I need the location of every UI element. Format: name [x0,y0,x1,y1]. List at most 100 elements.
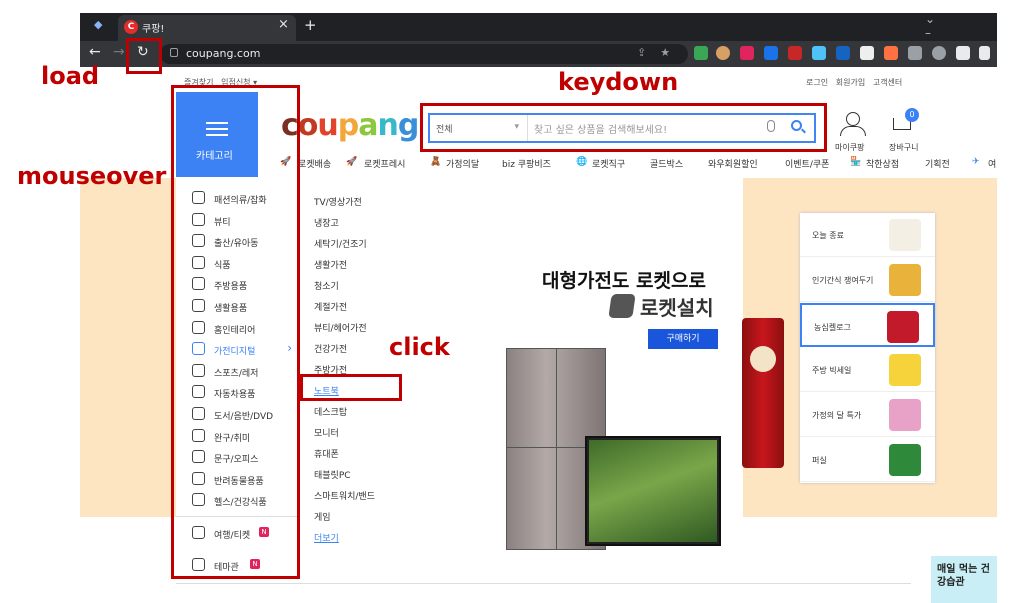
cart-label: 장바구니 [889,143,919,152]
extension-icon[interactable] [740,46,754,60]
back-icon[interactable]: ← [89,44,101,60]
quicklink[interactable]: 로켓직구 [592,157,625,170]
gear-icon[interactable] [932,46,946,60]
more-link[interactable]: 더보기 [314,531,339,544]
promo-item[interactable]: 주방 빅세일 [800,348,935,392]
cart-badge: 0 [905,108,919,122]
subcategory-item[interactable]: 냉장고 [314,216,339,229]
promo-item[interactable]: 농심켈로그 [800,303,935,347]
globe-icon: 🌐 [576,157,588,167]
promo-list: 오늘 종료인기간식 쟁여두기농심켈로그주방 빅세일가정의 달 특가퍼실 [800,213,935,483]
sidebar-icon[interactable] [979,46,990,60]
coupang-logo[interactable]: coupang [281,108,420,143]
logo-letter: o [297,108,319,143]
keydown-annotation-label: keydown [558,68,679,96]
close-tab-icon[interactable]: × [278,17,289,32]
logo-letter: p [337,108,360,143]
extension-icon[interactable] [836,46,850,60]
promo-label: 농심켈로그 [814,322,851,332]
logo-letter: n [377,108,399,143]
my-coupang-label: 마이쿠팡 [835,143,865,152]
signup-link[interactable]: 회원가입 [836,78,865,87]
topnav-right: 로그인 회원가입 고객센터 [806,77,902,88]
subcategory-item[interactable]: 청소기 [314,279,339,292]
promo-thumbnail [889,399,921,431]
quicklink[interactable]: 와우회원할인 [708,157,758,170]
url-text[interactable]: coupang.com [186,47,260,60]
share-star-icons[interactable]: ⇪★ [637,46,684,59]
quick-links-bar: 🚀 로켓배송 🚀 로켓프레시 🧸 가정의달 biz 쿠팡비즈 🌐 로켓직구 골드… [280,157,997,175]
promo-label: 가정의 달 특가 [812,410,862,420]
promo-item[interactable]: 오늘 종료 [800,213,935,257]
quicklink[interactable]: 여 [988,157,996,170]
subcategory-item[interactable]: 건강가전 [314,342,347,355]
tab-title: 쿠팡! [142,24,165,35]
subcategory-item[interactable]: TV/영상가전 [314,195,362,208]
lock-icon [170,48,178,57]
corner-ad-text: 매일 먹는 건강습관 [937,564,990,588]
quicklink[interactable]: 기획전 [925,157,950,170]
new-tab-button[interactable]: + [304,16,317,34]
quicklink[interactable]: 골드박스 [650,157,683,170]
logo-letter: u [317,108,338,143]
subcategory-item[interactable]: 스마트워치/밴드 [314,489,375,502]
subcategory-item[interactable]: 태블릿PC [314,468,351,481]
coupang-favicon-icon: C [124,20,138,34]
promo-thumbnail [889,444,921,476]
camera-icon[interactable] [908,46,922,60]
subcategory-item[interactable]: 생활가전 [314,258,347,271]
subcategory-item[interactable]: 모니터 [314,426,339,439]
forward-icon[interactable]: → [113,44,125,60]
load-annotation-label: load [41,62,100,90]
quicklink[interactable]: 이벤트/쿠폰 [785,157,829,170]
extension-icon[interactable] [694,46,708,60]
subcategory-item[interactable]: 휴대폰 [314,447,339,460]
banner[interactable]: 대형가전도 로켓으로 로켓설치 구매하기 [418,178,743,580]
promo-thumbnail [889,354,921,386]
logo-letter: a [358,108,378,143]
tv-image [585,436,721,546]
my-coupang-button[interactable]: 마이쿠팡 [834,110,874,152]
extension-icon[interactable] [884,46,898,60]
quicklink[interactable]: biz 쿠팡비즈 [502,157,551,170]
promo-thumbnail [889,219,921,251]
promo-label: 퍼실 [812,455,827,465]
subcategory-item[interactable]: 계절가전 [314,300,347,313]
quicklink[interactable]: 로켓배송 [298,157,331,170]
logo-letter: g [397,108,420,143]
promo-thumbnail [889,264,921,296]
promo-item[interactable]: 인기간식 쟁여두기 [800,258,935,302]
subcategory-item[interactable]: 게임 [314,510,331,523]
divider [176,583,911,584]
subcategory-item[interactable]: 데스크탑 [314,405,347,418]
promo-item[interactable]: 퍼실 [800,438,935,482]
login-link[interactable]: 로그인 [806,78,828,87]
subcategory-item[interactable]: 뷰티/헤어가전 [314,321,367,334]
pringles-image [742,318,784,468]
cart-button[interactable]: 0 장바구니 [885,108,930,152]
buy-button[interactable]: 구매하기 [648,329,718,349]
rocket-fresh-icon: 🚀 [346,157,358,167]
customer-center-link[interactable]: 고객센터 [873,78,902,87]
profile-gem-icon[interactable]: ◆ [94,18,102,31]
user-icon [846,112,860,126]
quicklink[interactable]: 가정의달 [446,157,479,170]
extension-icon[interactable] [788,46,802,60]
notion-icon[interactable] [860,46,874,60]
extension-icon[interactable] [764,46,778,60]
promo-thumbnail [887,311,919,343]
bear-icon: 🧸 [430,157,442,167]
extension-icon[interactable] [812,46,826,60]
load-annotation-box [126,38,162,74]
plane-icon: ✈ [972,157,980,167]
promo-label: 인기간식 쟁여두기 [812,275,874,285]
quicklink[interactable]: 착한상점 [866,157,899,170]
puzzle-icon[interactable] [956,46,970,60]
subcategory-item[interactable]: 세탁기/건조기 [314,237,367,250]
extension-icon[interactable] [716,46,730,60]
mouseover-annotation-label: mouseover [17,162,167,190]
corner-ad[interactable]: 매일 먹는 건강습관 [931,556,997,603]
promo-item[interactable]: 가정의 달 특가 [800,393,935,437]
promo-label: 오늘 종료 [812,230,844,240]
quicklink[interactable]: 로켓프레시 [364,157,405,170]
